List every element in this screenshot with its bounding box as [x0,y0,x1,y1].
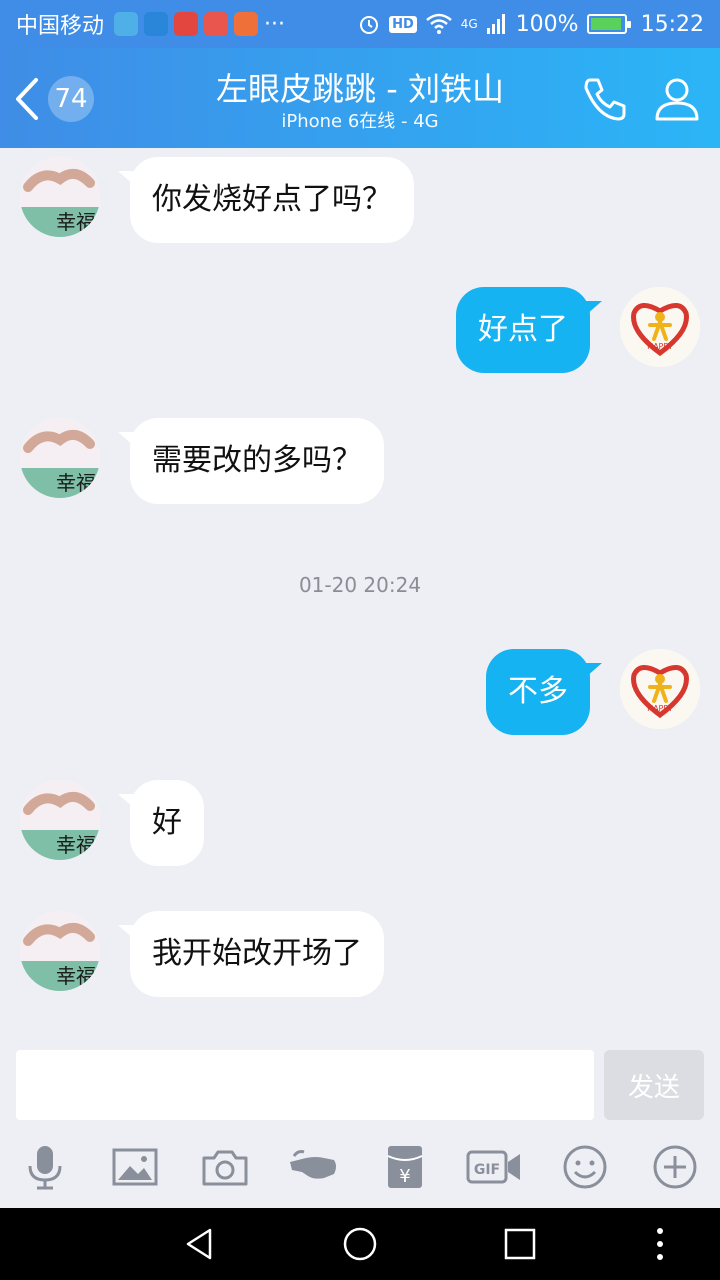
message-bubble[interactable]: 需要改的多吗？ [118,418,384,504]
notification-icon [174,12,199,36]
camera-icon[interactable] [200,1142,250,1192]
back-button[interactable]: 74 [14,76,104,122]
alarm-icon [360,16,379,34]
network-type: 4G [460,17,478,31]
more-vertical-icon[interactable] [642,1226,678,1262]
input-toolbar: ¥ GIF [0,1136,720,1206]
battery-icon [586,14,631,34]
contact-avatar[interactable]: 幸福 [20,157,100,237]
self-avatar[interactable]: HAPPY [620,649,700,729]
contact-avatar[interactable]: 幸福 [20,911,100,991]
system-navigation-bar [0,1208,720,1280]
message-bubble[interactable]: 好点了 [456,287,602,373]
chat-header: 74 左眼皮跳跳 - 刘铁山 iPhone 6在线 - 4G [0,48,720,148]
svg-text:HAPPY: HAPPY [647,704,673,713]
message-input[interactable] [16,1050,594,1120]
self-avatar[interactable]: HAPPY [620,287,700,367]
message-bubble[interactable]: 你发烧好点了吗？ [118,157,414,243]
gif-icon[interactable]: GIF [466,1142,522,1192]
message-bubble[interactable]: 不多 [486,649,602,735]
chat-title-area[interactable]: 左眼皮跳跳 - 刘铁山 iPhone 6在线 - 4G [150,68,570,134]
svg-text:幸福: 幸福 [56,833,96,857]
chat-title: 左眼皮跳跳 - 刘铁山 [216,70,504,108]
carrier-name: 中国移动 [16,14,105,39]
svg-text:幸福: 幸福 [56,210,96,234]
profile-icon[interactable] [652,74,702,124]
image-icon[interactable] [110,1142,160,1192]
microphone-icon[interactable] [20,1142,70,1192]
more-notifications-icon: ··· [264,11,285,37]
message-timestamp: 01-20 20:24 [298,573,422,597]
wifi-icon [425,13,452,34]
back-triangle-icon[interactable] [182,1226,218,1262]
notification-icon [204,12,229,36]
send-button[interactable]: 发送 [604,1050,704,1120]
plus-icon[interactable] [650,1142,700,1192]
message-bubble[interactable]: 我开始改开场了 [118,911,384,997]
signal-icon [486,14,505,34]
message-bubble[interactable]: 好 [118,780,204,866]
poke-icon[interactable] [288,1142,338,1192]
notification-icon [144,12,169,36]
phone-icon[interactable] [580,74,630,124]
home-circle-icon[interactable] [342,1226,378,1262]
unread-count-badge: 74 [48,76,94,122]
svg-text:¥: ¥ [399,1166,410,1187]
recent-apps-icon[interactable] [502,1226,538,1262]
chevron-left-icon [16,78,38,120]
svg-text:GIF: GIF [474,1162,500,1178]
battery-percent: 100% [515,11,579,37]
contact-avatar[interactable]: 幸福 [20,418,100,498]
svg-text:HAPPY: HAPPY [647,342,673,351]
svg-text:幸福: 幸福 [56,471,96,495]
hd-badge: HD [389,15,417,33]
clock: 15:22 [640,11,704,37]
notification-icon [114,12,139,36]
red-packet-icon[interactable]: ¥ [380,1142,430,1192]
contact-avatar[interactable]: 幸福 [20,780,100,860]
status-bar: 中国移动 ··· HD 4G 100% 15:22 [0,0,720,48]
svg-text:幸福: 幸福 [56,964,96,988]
online-status: iPhone 6在线 - 4G [281,111,439,132]
notification-icon [234,12,259,36]
emoji-icon[interactable] [560,1142,610,1192]
